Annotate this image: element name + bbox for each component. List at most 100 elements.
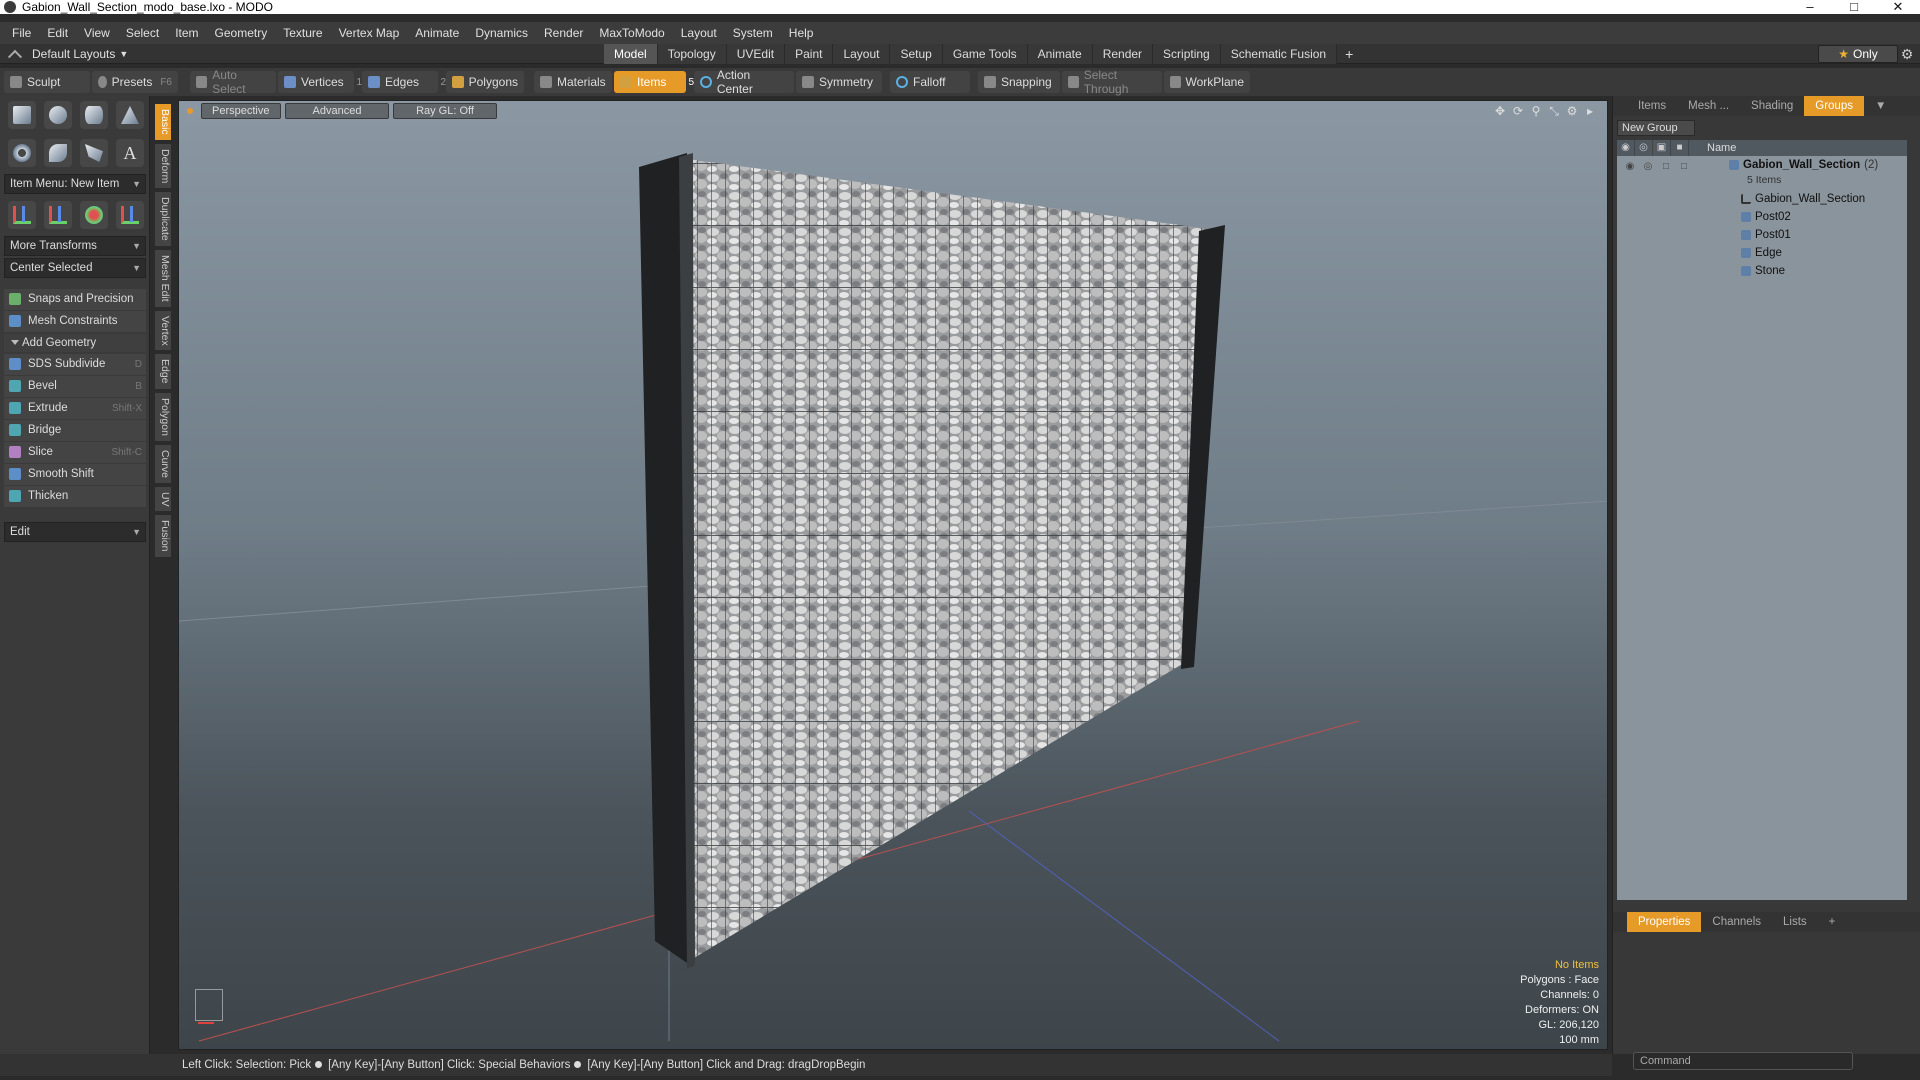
close-button[interactable]: ✕ xyxy=(1876,0,1920,14)
vtab-duplicate[interactable]: Duplicate xyxy=(155,192,171,246)
snapping-button[interactable]: Snapping xyxy=(978,71,1060,93)
zoom-icon[interactable]: ⚲ xyxy=(1527,104,1545,118)
edges-button[interactable]: Edges 2 xyxy=(362,71,446,93)
edit-dropdown[interactable]: Edit ▼ xyxy=(4,522,146,542)
tab-schematic-fusion[interactable]: Schematic Fusion xyxy=(1220,43,1338,64)
menu-render[interactable]: Render xyxy=(536,22,591,44)
bevel-button[interactable]: Bevel B xyxy=(4,376,146,397)
tab-topology[interactable]: Topology xyxy=(657,43,727,64)
materials-button[interactable]: Materials xyxy=(534,71,612,93)
3d-viewport[interactable]: Perspective Advanced Ray GL: Off ✥ ⟳ ⚲ ⤡… xyxy=(178,100,1608,1050)
items-button[interactable]: Items 5 xyxy=(614,71,694,93)
menu-system[interactable]: System xyxy=(725,22,781,44)
slice-button[interactable]: Slice Shift-C xyxy=(4,442,146,463)
gear-icon[interactable]: ⚙ xyxy=(1896,44,1918,64)
cube-tool-button[interactable] xyxy=(8,101,36,129)
sculpt-button[interactable]: Sculpt xyxy=(4,71,90,93)
view-gear-icon[interactable]: ⚙ xyxy=(1563,104,1581,118)
torus-tool-button[interactable] xyxy=(8,139,36,167)
presets-button[interactable]: Presets F6 xyxy=(92,71,178,93)
tab-mesh[interactable]: Mesh ... xyxy=(1677,96,1740,116)
move-tool-button[interactable] xyxy=(8,201,36,229)
list-item[interactable]: Gabion_Wall_Section xyxy=(1741,190,1865,208)
only-button[interactable]: ★ Only xyxy=(1818,45,1898,63)
tab-items[interactable]: Items xyxy=(1627,96,1677,116)
list-item[interactable]: Post01 xyxy=(1741,226,1791,244)
tab-channels[interactable]: Channels xyxy=(1701,912,1772,932)
expand-icon[interactable]: ▸ xyxy=(1581,104,1599,118)
tab-groups[interactable]: Groups xyxy=(1804,96,1864,116)
vtab-curve[interactable]: Curve xyxy=(155,444,171,483)
vtab-polygon[interactable]: Polygon xyxy=(155,392,171,441)
smooth-shift-button[interactable]: Smooth Shift xyxy=(4,464,146,485)
advanced-dropdown[interactable]: Advanced xyxy=(285,103,389,119)
tab-game-tools[interactable]: Game Tools xyxy=(942,43,1028,64)
add-tab-plus-icon[interactable]: + xyxy=(1337,44,1361,64)
pipe-tool-button[interactable] xyxy=(44,139,72,167)
thicken-button[interactable]: Thicken xyxy=(4,486,146,507)
menu-help[interactable]: Help xyxy=(781,22,822,44)
auto-select-button[interactable]: Auto Select xyxy=(190,68,276,96)
tab-render[interactable]: Render xyxy=(1092,43,1154,64)
row-render-icon[interactable]: ◎ xyxy=(1639,160,1657,174)
select-icon[interactable]: ■ xyxy=(1671,140,1689,156)
row-eye-icon[interactable]: ◉ xyxy=(1621,160,1639,174)
pan-icon[interactable]: ✥ xyxy=(1491,104,1509,118)
more-transforms-dropdown[interactable]: More Transforms ▼ xyxy=(4,236,146,256)
perspective-dropdown[interactable]: Perspective xyxy=(201,103,281,119)
vertices-button[interactable]: Vertices 1 xyxy=(278,71,362,93)
tab-scripting[interactable]: Scripting xyxy=(1153,43,1221,64)
list-item[interactable]: Edge xyxy=(1741,244,1782,262)
menu-maxtomodo[interactable]: MaxToModo xyxy=(591,22,672,44)
orientation-cube-icon[interactable] xyxy=(195,989,223,1024)
list-item[interactable]: Stone xyxy=(1741,262,1785,280)
vtab-basic[interactable]: Basic xyxy=(155,104,171,140)
vtab-deform[interactable]: Deform xyxy=(155,143,171,189)
select-through-button[interactable]: Select Through xyxy=(1062,68,1162,96)
row-lock-icon[interactable]: □ xyxy=(1657,160,1675,174)
new-group-button[interactable]: New Group xyxy=(1617,120,1695,136)
lock-icon[interactable]: ▣ xyxy=(1653,140,1671,156)
groups-list[interactable]: ◉ ◎ ▣ ■ Name ◉ ◎ □ □ Gabion_Wall_Section… xyxy=(1617,140,1907,900)
tabs-dropdown-icon[interactable]: ▼ xyxy=(1864,96,1897,116)
bridge-button[interactable]: Bridge xyxy=(4,420,146,441)
menu-vertex-map[interactable]: Vertex Map xyxy=(331,22,408,44)
vtab-fusion[interactable]: Fusion xyxy=(155,515,171,557)
menu-layout[interactable]: Layout xyxy=(673,22,725,44)
sphere-tool-button[interactable] xyxy=(44,101,72,129)
maximize-button[interactable]: □ xyxy=(1832,0,1876,14)
row-select-icon[interactable]: □ xyxy=(1675,160,1693,174)
vtab-uv[interactable]: UV xyxy=(155,486,171,512)
center-selected-dropdown[interactable]: Center Selected ▼ xyxy=(4,258,146,278)
menu-geometry[interactable]: Geometry xyxy=(207,22,276,44)
fit-icon[interactable]: ⤡ xyxy=(1545,104,1563,118)
tab-layout[interactable]: Layout xyxy=(833,43,891,64)
tab-model[interactable]: Model xyxy=(604,43,658,64)
transform-tool-button[interactable] xyxy=(116,201,144,229)
panel-menu-icon[interactable] xyxy=(1613,96,1627,116)
cylinder-tool-button[interactable] xyxy=(80,101,108,129)
tab-uvedit[interactable]: UVEdit xyxy=(726,43,786,64)
sds-subdivide-button[interactable]: SDS Subdivide D xyxy=(4,354,146,375)
menu-item[interactable]: Item xyxy=(167,22,206,44)
panel-menu-icon[interactable] xyxy=(1613,912,1627,932)
menu-view[interactable]: View xyxy=(76,22,118,44)
raygl-dropdown[interactable]: Ray GL: Off xyxy=(393,103,497,119)
tab-paint[interactable]: Paint xyxy=(785,43,834,64)
rotate-view-icon[interactable]: ⟳ xyxy=(1509,104,1527,118)
visibility-eye-icon[interactable]: ◉ xyxy=(1617,140,1635,156)
snaps-precision-button[interactable]: Snaps and Precision xyxy=(4,289,146,310)
text-tool-button[interactable]: A xyxy=(116,139,144,167)
workplane-button[interactable]: WorkPlane xyxy=(1164,71,1250,93)
polygons-button[interactable]: Polygons xyxy=(446,71,524,93)
cone-tool-button[interactable] xyxy=(116,101,144,129)
add-tab-icon[interactable]: + xyxy=(1818,912,1847,932)
tab-properties[interactable]: Properties xyxy=(1627,912,1702,932)
pen-tool-button[interactable] xyxy=(80,139,108,167)
tab-shading[interactable]: Shading xyxy=(1740,96,1804,116)
list-item[interactable]: Post02 xyxy=(1741,208,1791,226)
vtab-vertex[interactable]: Vertex xyxy=(155,310,171,351)
menu-file[interactable]: File xyxy=(4,22,39,44)
symmetry-button[interactable]: Symmetry xyxy=(796,71,882,93)
menu-texture[interactable]: Texture xyxy=(275,22,330,44)
